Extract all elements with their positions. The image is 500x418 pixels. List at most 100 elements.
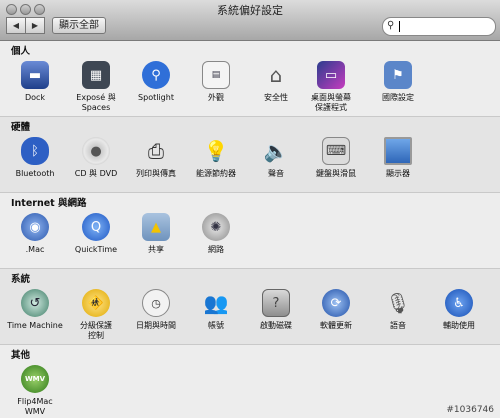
pref-label: 安全性 [264,93,288,102]
pref-sharing[interactable]: ▲ 共享 [125,213,187,255]
pref-label: QuickTime [74,245,118,254]
pref-startup-disk[interactable]: ? 啟動磁碟 [245,289,307,331]
pref-sound[interactable]: 🔈 聲音 [245,137,307,179]
section-title: 系統 [11,274,31,285]
window-title: 系統偏好設定 [217,4,283,17]
pref-label: Exposé 與 Spaces [76,93,116,112]
pref-spotlight[interactable]: ⚲ Spotlight [125,61,187,103]
disc-icon: ● [82,137,110,165]
network-globe-icon: ✺ [202,213,230,241]
refresh-icon: ⟳ [322,289,350,317]
pref-label: 啟動磁碟 [260,321,292,330]
pref-cd-dvd[interactable]: ● CD 與 DVD [65,137,127,179]
pref-quicktime[interactable]: Q QuickTime [65,213,127,255]
section-title: 個人 [11,46,31,57]
nav-buttons: ◀ ▶ [6,17,45,34]
time-machine-icon: ↺ [21,289,49,317]
dock-icon: ▬ [21,61,49,89]
search-input[interactable]: ⚲ [382,17,496,36]
pref-label: 分級保護 控制 [80,321,112,340]
appearance-icon: ▤ [202,61,230,89]
spotlight-icon: ⚲ [142,61,170,89]
pref-dock[interactable]: ▬ Dock [4,61,66,103]
pref-label: CD 與 DVD [74,169,118,178]
pref-displays[interactable]: 顯示器 [367,137,429,179]
section-title: Internet 與網路 [11,198,87,209]
pref-desktop-screensaver[interactable]: ▭ 桌面與螢幕 保護程式 [300,61,362,113]
pref-label: 帳號 [208,321,224,330]
pref-label: Flip4Mac WMV [17,397,53,416]
pref-dotmac[interactable]: ◉ .Mac [4,213,66,255]
expose-spaces-icon: ▦ [82,61,110,89]
pref-label: 網路 [208,245,224,254]
pref-software-update[interactable]: ⟳ 軟體更新 [305,289,367,331]
back-button[interactable]: ◀ [6,17,26,34]
show-all-button[interactable]: 顯示全部 [52,17,106,34]
toolbar: 系統偏好設定 ◀ ▶ 顯示全部 ⚲ [0,0,500,41]
users-icon: 👥 [203,291,229,315]
parental-controls-icon: 🚸 [82,289,110,317]
pref-label: 軟體更新 [320,321,352,330]
section-other: 其他 WMV Flip4Mac WMV [0,345,500,418]
pref-label: Spotlight [138,93,174,102]
pref-flip4mac-wmv[interactable]: WMV Flip4Mac WMV [4,365,66,417]
system-preferences-window: 系統偏好設定 ◀ ▶ 顯示全部 ⚲ 個人 ▬ Dock ▦ Exposé 與 S… [0,0,500,418]
pref-speech[interactable]: 🎙 語音 [367,289,429,331]
bluetooth-icon: ᛒ [21,137,49,165]
section-hardware: 硬體 ᛒ Bluetooth ● CD 與 DVD ⎙ 列印與傳真 💡 能源節約… [0,117,500,193]
lightbulb-icon: 💡 [203,139,229,163]
pref-label: 日期與時間 [136,321,176,330]
pref-label: Dock [24,93,46,102]
pref-label: Bluetooth [15,169,55,178]
pref-label: 顯示器 [386,169,410,178]
pref-label: 國際設定 [382,93,414,102]
clock-icon: ◷ [142,289,170,317]
pref-network[interactable]: ✺ 網路 [185,213,247,255]
pref-label: 列印與傳真 [136,169,176,178]
pref-appearance[interactable]: ▤ 外觀 [185,61,247,103]
speaker-icon: 🔈 [263,139,289,163]
flag-icon: ⚑ [384,61,412,89]
section-personal: 個人 ▬ Dock ▦ Exposé 與 Spaces ⚲ Spotlight … [0,41,500,117]
pref-international[interactable]: ⚑ 國際設定 [367,61,429,103]
pref-label: 外觀 [208,93,224,102]
pref-label: 聲音 [268,169,284,178]
text-caret [399,21,400,32]
pref-label: 桌面與螢幕 保護程式 [311,93,351,112]
pref-label: 語音 [390,321,406,330]
pref-energy-saver[interactable]: 💡 能源節約器 [185,137,247,179]
accessibility-icon: ♿ [445,289,473,317]
house-lock-icon: ⌂ [269,63,283,87]
pref-accounts[interactable]: 👥 帳號 [185,289,247,331]
pref-label: Time Machine [7,321,63,330]
pref-label: 能源節約器 [196,169,236,178]
printer-icon: ⎙ [148,139,164,163]
pref-label: 共享 [148,245,164,254]
keyboard-icon: ⌨ [322,137,350,165]
wmv-icon: WMV [21,365,49,393]
monitor-icon [384,137,412,165]
pref-universal-access[interactable]: ♿ 輔助使用 [428,289,490,331]
pref-label: .Mac [25,245,45,254]
pref-time-machine[interactable]: ↺ Time Machine [4,289,66,331]
pref-keyboard-mouse[interactable]: ⌨ 鍵盤與滑鼠 [305,137,367,179]
pref-security[interactable]: ⌂ 安全性 [245,61,307,103]
watermark: #1036746 [446,405,494,415]
magnifier-icon: ⚲ [387,20,395,31]
quicktime-icon: Q [82,213,110,241]
globe-icon: ◉ [21,213,49,241]
section-internet-network: Internet 與網路 ◉ .Mac Q QuickTime ▲ 共享 ✺ 網… [0,193,500,269]
pref-expose-spaces[interactable]: ▦ Exposé 與 Spaces [65,61,127,113]
section-title: 其他 [11,350,31,361]
pref-date-time[interactable]: ◷ 日期與時間 [125,289,187,331]
pref-label: 鍵盤與滑鼠 [316,169,356,178]
pref-parental-controls[interactable]: 🚸 分級保護 控制 [65,289,127,341]
hard-drive-icon: ? [262,289,290,317]
section-system: 系統 ↺ Time Machine 🚸 分級保護 控制 ◷ 日期與時間 👥 帳號… [0,269,500,345]
pref-print-fax[interactable]: ⎙ 列印與傳真 [125,137,187,179]
microphone-icon: 🎙 [385,291,411,315]
forward-button[interactable]: ▶ [26,17,45,34]
section-title: 硬體 [11,122,31,133]
shared-folder-icon: ▲ [142,213,170,241]
pref-bluetooth[interactable]: ᛒ Bluetooth [4,137,66,179]
